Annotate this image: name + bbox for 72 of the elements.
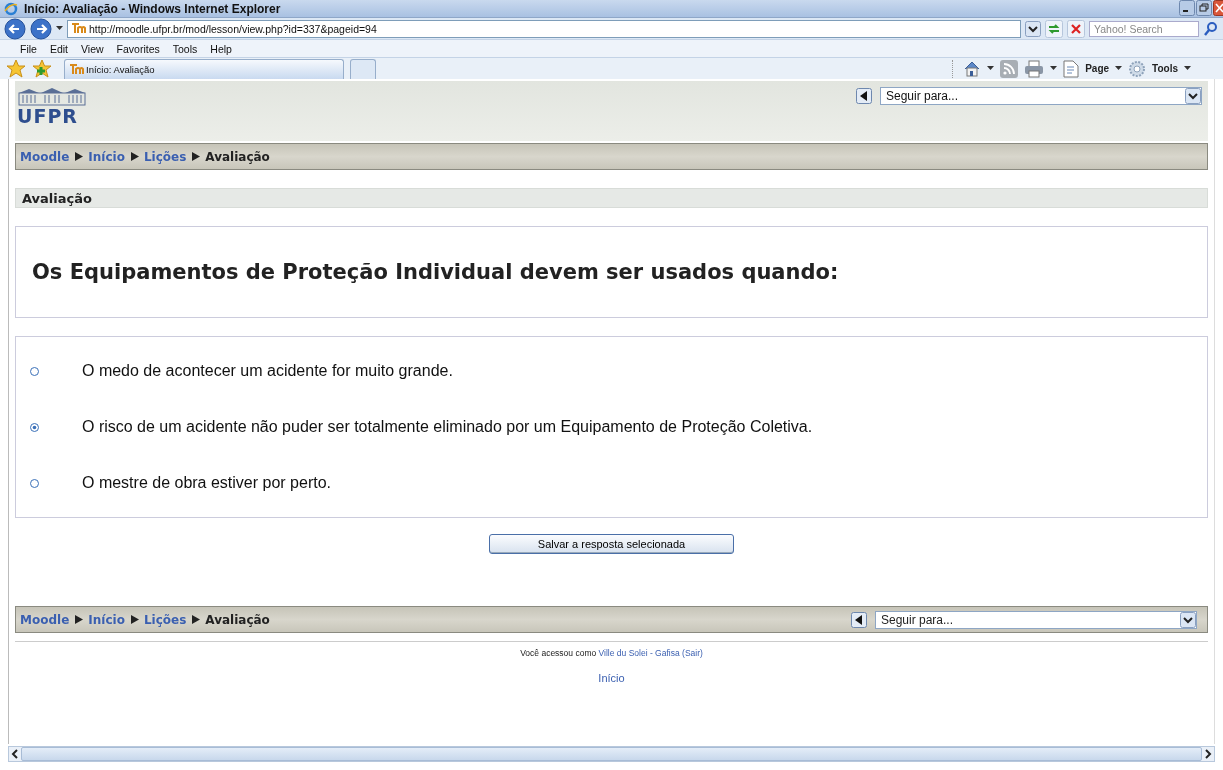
section-heading: Avaliação: [15, 188, 1208, 208]
menu-item[interactable]: Tools: [172, 42, 198, 55]
menu-item[interactable]: Help: [210, 42, 232, 55]
submit-button[interactable]: Salvar a resposta selecionada: [489, 534, 734, 554]
site-favicon-icon: [69, 64, 84, 75]
forward-icon[interactable]: [30, 17, 52, 40]
scroll-right-icon[interactable]: [1202, 748, 1214, 760]
minimize-icon[interactable]: [1179, 0, 1195, 16]
page-icon[interactable]: [1063, 59, 1080, 78]
jump-select[interactable]: Seguir para...: [880, 87, 1202, 105]
breadcrumb-current: Avaliação: [205, 149, 270, 164]
answer-text: O risco de um acidente não puder ser totalmente eliminado por um Equipamento de Proteção Coletiva.: [82, 418, 813, 436]
logout-link[interactable]: (Sair): [682, 648, 703, 658]
window-title: Início: Avaliação - Windows Internet Explorer: [24, 1, 282, 16]
print-caret-icon[interactable]: [1050, 66, 1058, 71]
home-caret-icon[interactable]: [987, 66, 995, 71]
dropdown-caret-icon[interactable]: [1180, 611, 1196, 628]
printer-icon[interactable]: [1024, 59, 1045, 78]
home-icon[interactable]: [963, 59, 982, 78]
dropdown-caret-icon[interactable]: [1025, 20, 1041, 37]
site-favicon-icon: [71, 23, 86, 34]
menu-item[interactable]: Favorites: [116, 42, 160, 55]
user-link[interactable]: Ville du Solei - Gafisa: [598, 648, 680, 658]
restore-icon[interactable]: [1196, 0, 1212, 16]
breadcrumb-current: Avaliação: [205, 612, 270, 627]
add-favorite-icon[interactable]: [32, 58, 52, 79]
previous-icon[interactable]: [856, 88, 872, 104]
answer-text: O medo de acontecer um acidente for muito grande.: [82, 362, 453, 380]
menu-item[interactable]: Edit: [49, 42, 68, 55]
dropdown-caret-icon[interactable]: [1185, 88, 1201, 104]
favorites-star-icon[interactable]: [6, 58, 26, 79]
login-info: Você acessou como Ville du Solei - Gafisa (Sair): [519, 648, 704, 658]
breadcrumb-link[interactable]: Moodle: [20, 612, 70, 627]
question-text: Os Equipamentos de Proteção Individual devem ser usados quando:: [15, 226, 1208, 318]
previous-icon[interactable]: [851, 611, 867, 628]
separator-arrow-icon: [129, 615, 139, 624]
search-icon[interactable]: [1203, 20, 1219, 37]
address-field[interactable]: http://moodle.ufpr.br/mod/lesson/view.php?id=337&pageid=94: [67, 19, 1021, 38]
separator-arrow-icon: [191, 615, 201, 624]
radio-button[interactable]: [30, 478, 39, 488]
jump-select[interactable]: Seguir para...: [875, 610, 1197, 629]
breadcrumb-link[interactable]: Moodle: [20, 149, 70, 164]
radio-button[interactable]: [30, 366, 39, 376]
scroll-left-icon[interactable]: [9, 748, 21, 760]
separator-arrow-icon: [74, 152, 84, 161]
breadcrumb-link[interactable]: Lições: [143, 612, 187, 627]
stop-icon[interactable]: [1067, 19, 1085, 38]
logo-text: UFPR: [17, 107, 79, 125]
separator-arrow-icon: [129, 152, 139, 161]
search-field[interactable]: Yahoo! Search: [1089, 20, 1199, 37]
building-logo-icon: [17, 87, 87, 107]
answer-text: O mestre de obra estiver por perto.: [82, 474, 331, 492]
breadcrumb-link[interactable]: Lições: [143, 149, 187, 164]
radio-button[interactable]: [30, 422, 39, 432]
breadcrumb-link[interactable]: Início: [88, 612, 125, 627]
page-caret-icon[interactable]: [1115, 66, 1123, 71]
tools-caret-icon[interactable]: [1184, 66, 1191, 71]
menu-item[interactable]: View: [81, 42, 104, 55]
page-menu[interactable]: Page: [1085, 63, 1110, 74]
menu-item[interactable]: File: [20, 42, 37, 55]
home-link[interactable]: Início: [598, 672, 625, 684]
history-caret-icon[interactable]: [56, 26, 63, 31]
separator-arrow-icon: [191, 152, 201, 161]
tools-menu[interactable]: Tools: [1152, 63, 1178, 74]
settings-icon[interactable]: [1128, 59, 1147, 78]
browser-logo-icon: [4, 1, 18, 16]
separator-arrow-icon: [74, 615, 84, 624]
close-icon[interactable]: [1213, 0, 1223, 16]
back-icon[interactable]: [4, 17, 26, 40]
breadcrumb-link[interactable]: Início: [88, 149, 125, 164]
scrollbar-thumb[interactable]: [21, 747, 1202, 761]
browser-tab[interactable]: Início: Avaliação: [64, 59, 344, 79]
